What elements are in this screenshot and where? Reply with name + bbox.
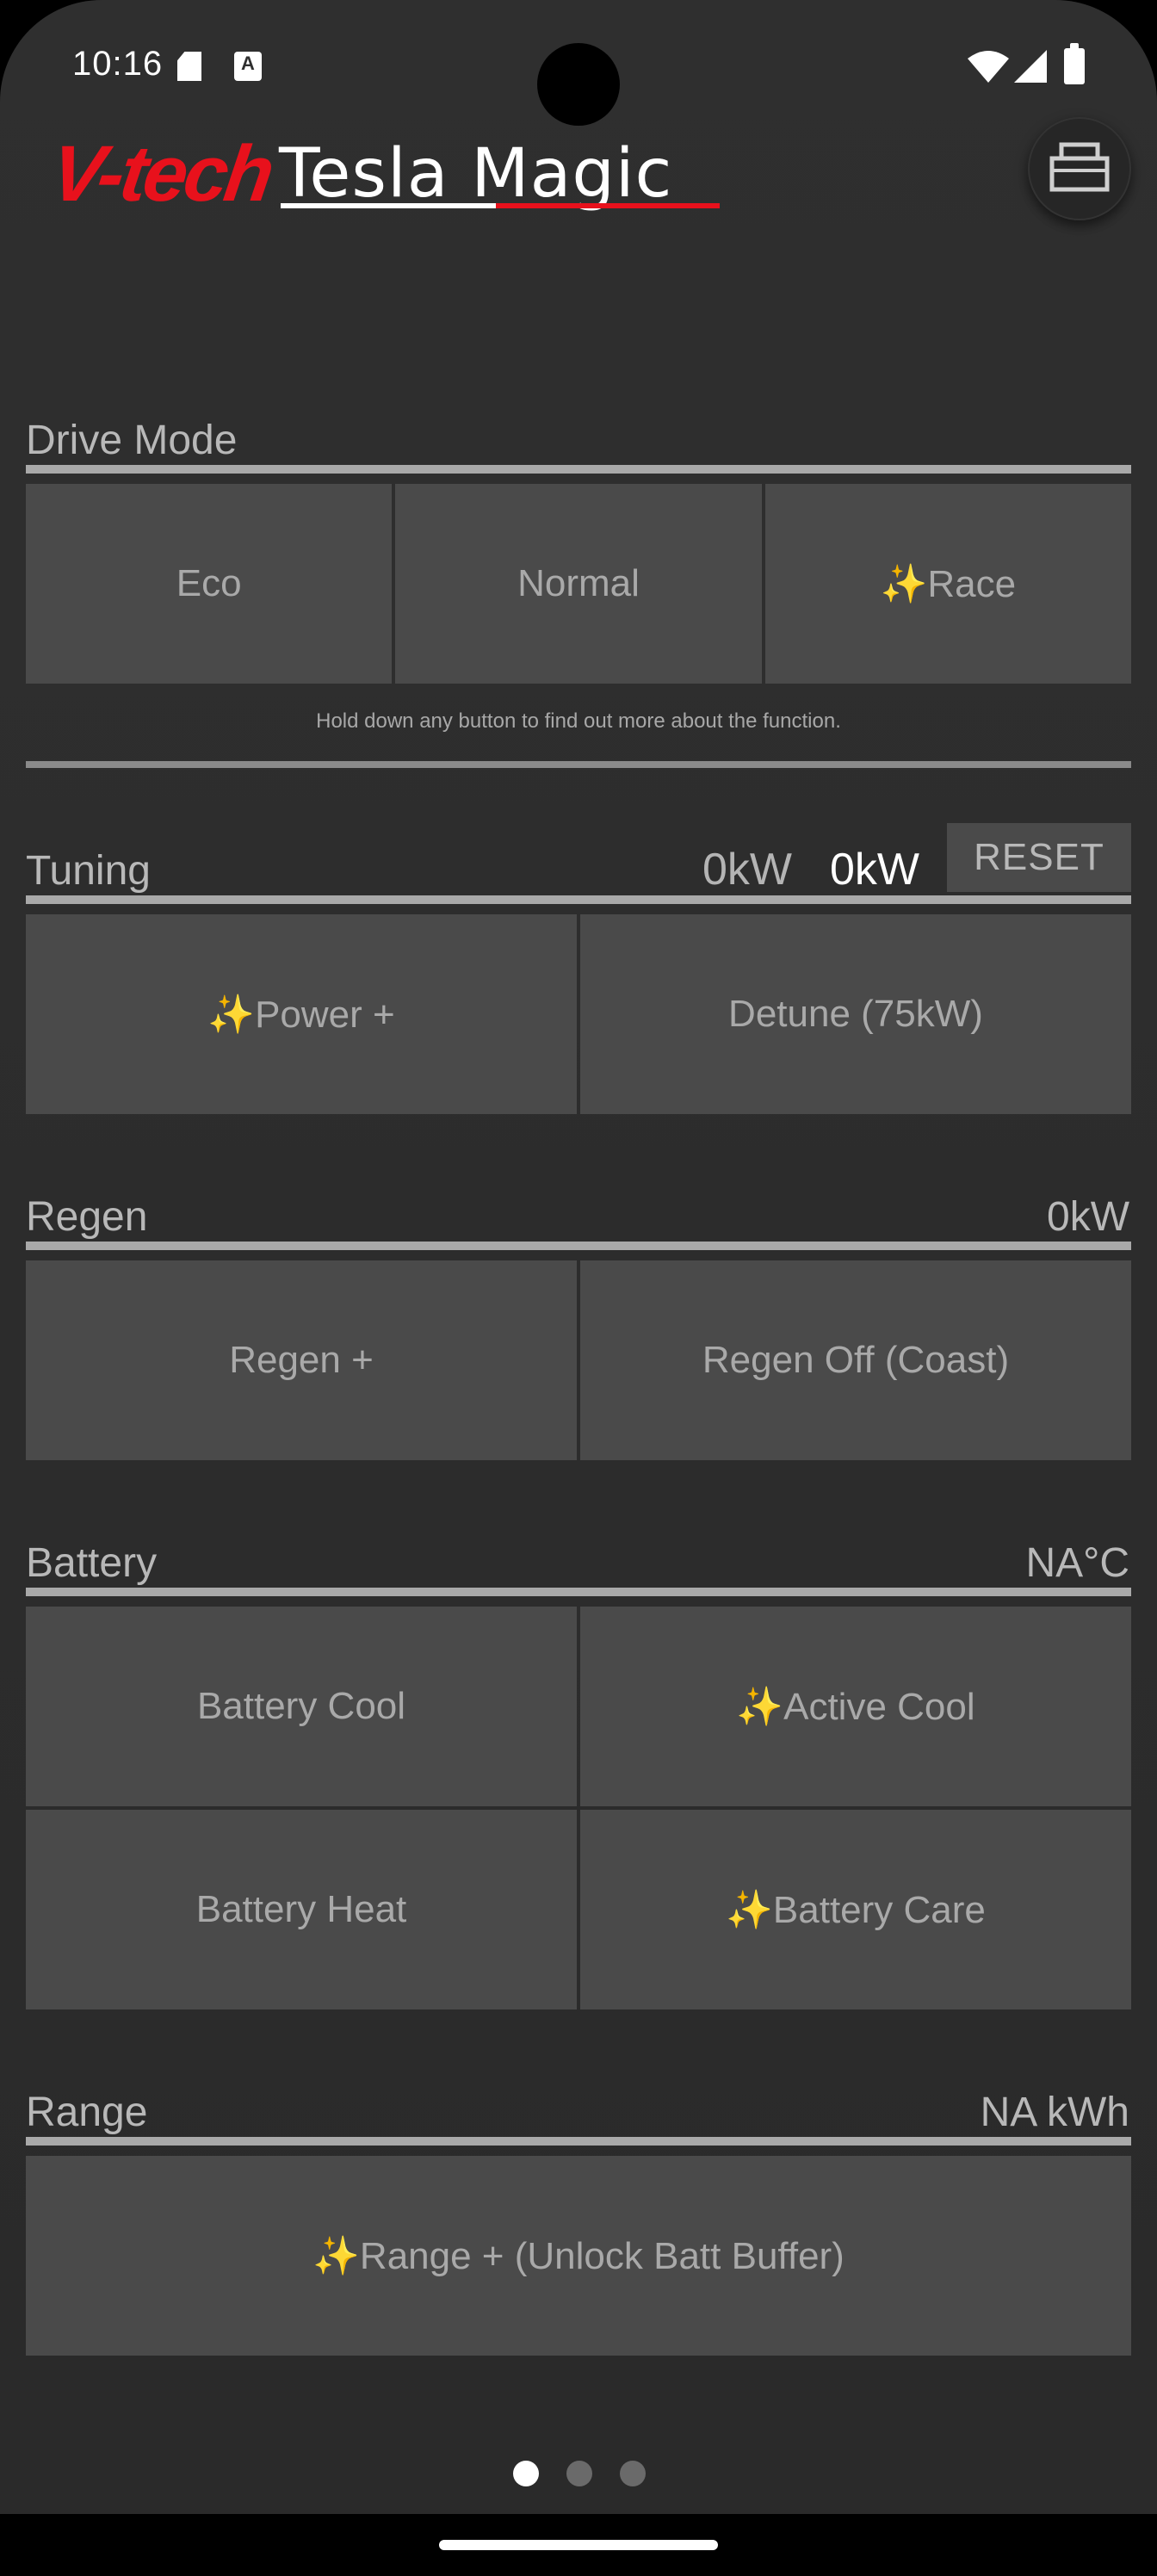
- home-indicator[interactable]: [439, 2540, 718, 2550]
- battery-care-button[interactable]: ✨Battery Care: [580, 1810, 1131, 2009]
- range-plus-button[interactable]: ✨Range + (Unlock Batt Buffer): [26, 2156, 1131, 2356]
- camera-cutout: [537, 43, 620, 126]
- status-time: 10:16: [72, 45, 164, 83]
- page-dot-1[interactable]: [513, 2461, 539, 2486]
- battery-icon: [1064, 43, 1085, 84]
- regen-off-button[interactable]: Regen Off (Coast): [580, 1260, 1131, 1460]
- eco-button[interactable]: Eco: [26, 484, 393, 684]
- range-title: Range: [26, 2090, 148, 2135]
- regen-value: 0kW: [1047, 1194, 1129, 1240]
- range-divider: [26, 2137, 1131, 2146]
- battery-divider: [26, 1588, 1131, 1596]
- obd-connect-button[interactable]: [1028, 117, 1131, 220]
- tuning-current-value: 0kW: [830, 845, 919, 895]
- tuning-buttons: ✨Power + Detune (75kW): [26, 914, 1131, 1114]
- hold-hint: Hold down any button to find out more ab…: [316, 709, 841, 733]
- regen-plus-button[interactable]: Regen +: [26, 1260, 577, 1460]
- range-value: NA kWh: [980, 2090, 1129, 2135]
- logo-underline: [281, 203, 720, 208]
- hint-divider: [26, 761, 1131, 768]
- range-buttons: ✨Range + (Unlock Batt Buffer): [26, 2156, 1131, 2356]
- active-cool-button[interactable]: ✨Active Cool: [580, 1607, 1131, 1806]
- wifi-icon: [968, 51, 1009, 83]
- race-button[interactable]: ✨Race: [764, 484, 1131, 684]
- page-dot-3[interactable]: [620, 2461, 646, 2486]
- drive-mode-buttons: Eco Normal ✨Race: [26, 484, 1131, 684]
- detune-button[interactable]: Detune (75kW): [580, 914, 1131, 1114]
- normal-button[interactable]: Normal: [395, 484, 762, 684]
- logo-brand: V-tech: [45, 130, 276, 218]
- reset-button[interactable]: RESET: [947, 823, 1131, 892]
- tuning-divider: [26, 895, 1131, 904]
- tuning-power-value: 0kW: [702, 845, 792, 895]
- battery-buttons-row-1: Battery Cool ✨Active Cool: [26, 1607, 1131, 1806]
- battery-temp-value: NA°C: [1025, 1540, 1129, 1586]
- regen-divider: [26, 1242, 1131, 1250]
- page-dot-2[interactable]: [566, 2461, 592, 2486]
- a-icon-glyph: A: [241, 53, 255, 74]
- app-screen: 10:16 A V-tech Tesla Magic Drive Mode Ec…: [0, 0, 1157, 2514]
- drive-mode-divider: [26, 465, 1131, 474]
- regen-title: Regen: [26, 1194, 148, 1240]
- page-indicator: [513, 2461, 647, 2488]
- logo-title: Tesla Magic: [279, 135, 673, 213]
- sd-card-icon: [177, 52, 201, 81]
- battery-buttons-row-2: Battery Heat ✨Battery Care: [26, 1810, 1131, 2009]
- tuning-title: Tuning: [26, 848, 151, 894]
- cell-signal-icon: [1014, 50, 1047, 83]
- battery-cool-button[interactable]: Battery Cool: [26, 1607, 577, 1806]
- regen-buttons: Regen + Regen Off (Coast): [26, 1260, 1131, 1460]
- drive-mode-title: Drive Mode: [26, 418, 238, 463]
- power-plus-button[interactable]: ✨Power +: [26, 914, 577, 1114]
- app-logo: V-tech Tesla Magic: [45, 127, 720, 222]
- battery-title: Battery: [26, 1540, 158, 1586]
- battery-heat-button[interactable]: Battery Heat: [26, 1810, 577, 2009]
- a-icon: A: [234, 52, 262, 81]
- obd-adapter-icon: [1049, 142, 1110, 192]
